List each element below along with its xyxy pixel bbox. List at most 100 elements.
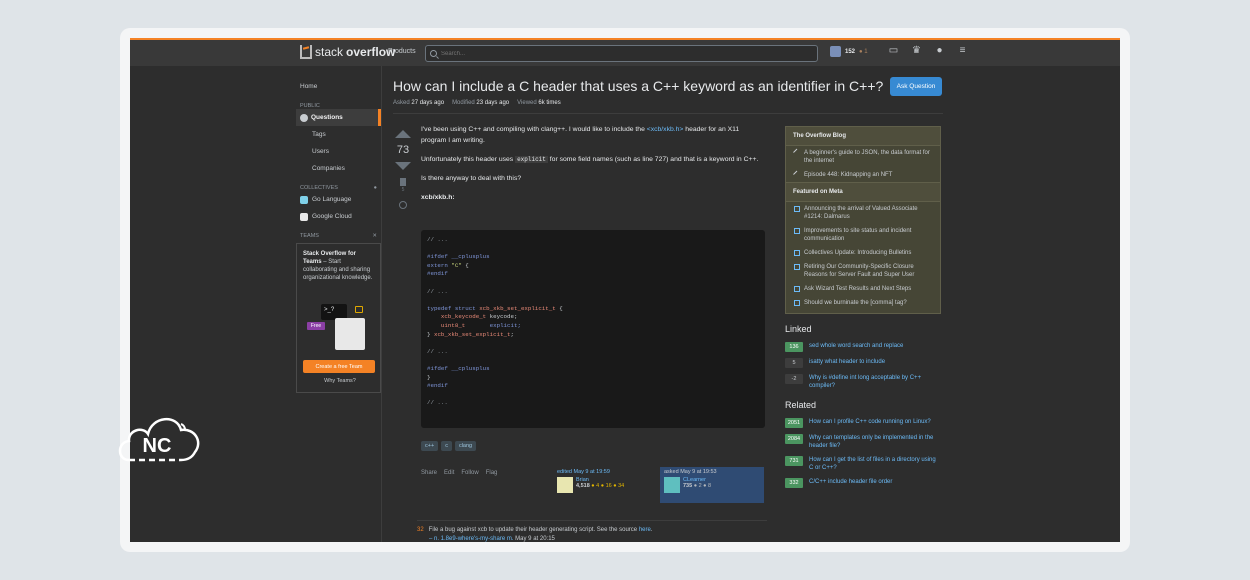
- nav-questions-label: Questions: [311, 114, 343, 121]
- body-paragraph-2: Unfortunately this header uses explicit …: [421, 156, 759, 163]
- left-sidebar: Home PUBLIC Questions Tags Users Compani…: [296, 66, 382, 542]
- close-icon[interactable]: ✕: [372, 233, 377, 239]
- nav-users[interactable]: Users: [296, 143, 381, 160]
- bookmark-icon[interactable]: [400, 178, 406, 186]
- nav-section-teams: TEAMS ✕: [300, 233, 377, 239]
- teams-promo-text: Stack Overflow for Teams – Start collabo…: [303, 251, 373, 281]
- user-avatar: [830, 46, 841, 57]
- meta-heading: Featured on Meta: [786, 182, 940, 202]
- meta-item[interactable]: Retiring Our Community-Specific Closure …: [786, 260, 940, 282]
- comment-link[interactable]: here: [639, 527, 651, 533]
- user-card[interactable]: 152 ● 1: [830, 46, 868, 57]
- editor-badges: ● 4 ● 16 ● 34: [591, 483, 625, 489]
- products-link[interactable]: Products: [388, 48, 416, 55]
- user-reputation: 152: [845, 48, 856, 55]
- meta-item[interactable]: Improvements to site status and incident…: [786, 224, 940, 246]
- header-link[interactable]: <xcb/xkb.h>: [647, 126, 684, 133]
- free-label: Free: [307, 322, 325, 330]
- comment-user[interactable]: – n. 1.8e9-where's-my-share m.: [429, 536, 514, 542]
- meta-item[interactable]: Collectives Update: Introducing Bulletin…: [786, 246, 940, 260]
- edit-link[interactable]: Edit: [444, 470, 454, 476]
- asked-time: 27 days ago: [411, 100, 445, 106]
- comment-score: 32: [417, 527, 424, 533]
- nav-companies[interactable]: Companies: [296, 160, 381, 177]
- teams-promo: Stack Overflow for Teams – Start collabo…: [296, 243, 381, 393]
- tag-cpp[interactable]: c++: [421, 441, 439, 451]
- nav-questions[interactable]: Questions: [296, 109, 381, 126]
- linked-item: 5 isatty what header to include: [785, 358, 941, 368]
- editor-avatar[interactable]: [557, 477, 573, 493]
- search-icon: [430, 50, 437, 57]
- help-icon[interactable]: ●: [934, 45, 945, 56]
- linked-score: 5: [785, 358, 803, 368]
- related-heading: Related: [785, 400, 817, 410]
- linked-score: 136: [785, 342, 803, 352]
- collective-google-cloud[interactable]: Google Cloud: [296, 208, 381, 225]
- nc-logo-text: NC: [143, 435, 172, 457]
- stackoverflow-logo[interactable]: stack overflow: [300, 45, 395, 59]
- meta-item[interactable]: Announcing the arrival of Valued Associa…: [786, 202, 940, 224]
- asked-time-label: asked May 9 at 19:53: [664, 469, 717, 475]
- ask-question-button[interactable]: Ask Question: [890, 77, 942, 96]
- site-switcher-icon[interactable]: ≡: [957, 45, 968, 56]
- teams-illustration: >_? Free: [307, 304, 369, 350]
- related-score: 2084: [785, 434, 803, 444]
- linked-link[interactable]: Why is #define int long acceptable by C+…: [809, 374, 939, 390]
- logo-text-plain: stack: [315, 45, 344, 59]
- linked-link[interactable]: isatty what header to include: [809, 358, 939, 368]
- follow-link[interactable]: Follow: [461, 470, 478, 476]
- info-icon[interactable]: ●: [374, 185, 377, 191]
- upvote-arrow-icon[interactable]: [395, 130, 411, 138]
- nav-home[interactable]: Home: [296, 78, 381, 95]
- downvote-arrow-icon[interactable]: [395, 162, 411, 170]
- modified-time[interactable]: 23 days ago: [476, 100, 509, 106]
- nav-tags[interactable]: Tags: [296, 126, 381, 143]
- body-paragraph-3: Is there anyway to deal with this?: [421, 175, 522, 182]
- comment-text: File a bug against xcb to update their h…: [428, 527, 639, 533]
- stack-logo-icon: [300, 45, 312, 59]
- related-link[interactable]: C/C++ include header file order: [809, 478, 939, 488]
- bookmark-count: 5: [401, 187, 405, 193]
- blog-item[interactable]: A beginner's guide to JSON, the data for…: [786, 146, 940, 168]
- related-link[interactable]: Why can templates only be implemented in…: [809, 434, 939, 450]
- browser-screen: stackoverflow Products 152 ● 1 ▭ ♛ ● ≡ H…: [130, 38, 1120, 542]
- top-icons: ▭ ♛ ● ≡: [888, 45, 968, 56]
- vote-score: 73: [396, 144, 410, 156]
- share-link[interactable]: Share: [421, 470, 437, 476]
- search-input[interactable]: [441, 50, 801, 57]
- flag-link[interactable]: Flag: [486, 470, 498, 476]
- history-icon[interactable]: [399, 201, 407, 209]
- achievements-icon[interactable]: ♛: [911, 45, 922, 56]
- editor-card: edited May 9 at 19:59 Brian 4,518 ● 4 ● …: [557, 469, 655, 503]
- why-teams-link[interactable]: Why Teams?: [297, 378, 383, 384]
- globe-icon: [300, 113, 308, 122]
- tag-c[interactable]: c: [441, 441, 452, 451]
- related-link[interactable]: How can I get the list of files in a dir…: [809, 456, 939, 472]
- meta-item[interactable]: Ask Wizard Test Results and Next Steps: [786, 282, 940, 296]
- go-collective-icon: [300, 195, 308, 204]
- related-item: 2051 How can I profile C++ code running …: [785, 418, 941, 428]
- edited-time[interactable]: edited May 9 at 19:59: [557, 469, 655, 475]
- tag-clang[interactable]: clang: [454, 441, 477, 451]
- nc-cloud-logo: NC: [118, 418, 200, 462]
- blog-heading: The Overflow Blog: [786, 127, 940, 146]
- related-link[interactable]: How can I profile C++ code running on Li…: [809, 418, 939, 428]
- linked-item: 136 sed whole word search and replace: [785, 342, 941, 352]
- right-sidebar: The Overflow Blog A beginner's guide to …: [785, 126, 941, 494]
- inbox-icon[interactable]: ▭: [888, 45, 899, 56]
- asker-card: asked May 9 at 19:53 CLearner 735 ● 2 ● …: [660, 467, 764, 503]
- blog-item[interactable]: Episode 448: Kidnapping an NFT: [786, 168, 940, 182]
- create-team-button[interactable]: Create a free Team: [303, 360, 375, 373]
- comment: 32 File a bug against xcb to update thei…: [417, 520, 767, 542]
- search-box[interactable]: [425, 45, 818, 62]
- body-paragraph-1: I've been using C++ and compiling with c…: [421, 126, 740, 144]
- collective-go[interactable]: Go Language: [296, 191, 381, 208]
- question-title[interactable]: How can I include a C header that uses a…: [393, 78, 893, 94]
- linked-link[interactable]: sed whole word search and replace: [809, 342, 939, 352]
- meta-item[interactable]: Should we burninate the [comma] tag?: [786, 296, 940, 313]
- bronze-badges: ● 1: [859, 48, 868, 55]
- code-block: // ... #ifdef __cplusplus extern "C" { #…: [421, 230, 765, 428]
- linked-item: -2 Why is #define int long acceptable by…: [785, 374, 941, 390]
- question-tags: c++ c clang: [421, 441, 477, 451]
- asker-avatar[interactable]: [664, 477, 680, 493]
